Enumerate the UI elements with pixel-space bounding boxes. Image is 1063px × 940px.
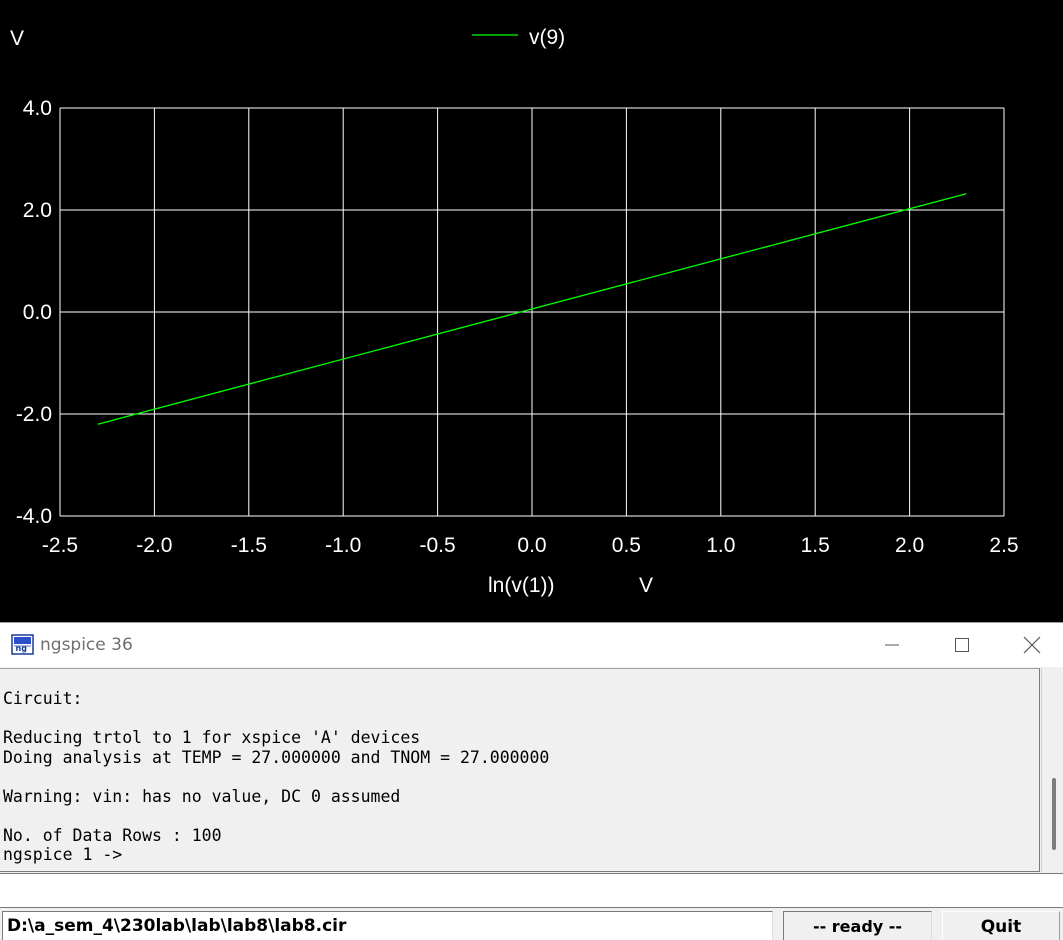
ngspice-console-window: ng ngspice 36 Circuit: Reducing trtol to…	[0, 622, 1063, 940]
minimize-button[interactable]	[857, 623, 927, 667]
y-tick-label: -2.0	[16, 403, 52, 426]
x-tick-label: -2.0	[136, 534, 172, 557]
maximize-button[interactable]	[927, 623, 997, 667]
grid	[59, 107, 1005, 517]
console-scrollbar[interactable]	[1041, 668, 1063, 872]
console-output[interactable]: Circuit: Reducing trtol to 1 for xspice …	[0, 668, 1040, 872]
chart: V v(9) 4.0 2.0 0.0 -2.0 -4.0 -2.5 -2.0 -1.5 -1.…	[10, 26, 1019, 597]
x-tick-label: -1.5	[231, 534, 267, 557]
y-axis-unit-label: V	[10, 27, 24, 50]
status-bar: D:\a_sem_4\230lab\lab\lab8\lab8.cir -- r…	[0, 908, 1063, 940]
minimize-icon	[885, 644, 899, 646]
x-axis-unit-label: V	[639, 574, 653, 597]
ngspice-app-icon: ng	[11, 634, 34, 655]
x-axis-label: ln(v(1))	[488, 574, 555, 597]
close-button[interactable]	[997, 623, 1063, 667]
x-tick-label: 1.0	[706, 534, 735, 557]
y-tick-label: 0.0	[23, 301, 52, 324]
x-tick-label: -0.5	[420, 534, 456, 557]
legend-label: v(9)	[529, 26, 565, 49]
x-tick-label: 2.5	[989, 534, 1018, 557]
console-output-text: Circuit: Reducing trtol to 1 for xspice …	[3, 689, 549, 865]
x-tick-label: -1.0	[325, 534, 361, 557]
console-line: Reducing trtol to 1 for xspice 'A' devic…	[3, 728, 421, 747]
y-tick-label: 2.0	[23, 199, 52, 222]
y-tick-label: 4.0	[23, 97, 52, 120]
title-bar[interactable]: ng ngspice 36	[0, 623, 1063, 667]
x-tick-label: -2.5	[42, 534, 78, 557]
circuit-path-field: D:\a_sem_4\230lab\lab\lab8\lab8.cir	[2, 911, 773, 940]
scrollbar-thumb[interactable]	[1052, 778, 1056, 850]
maximize-icon	[955, 638, 969, 652]
console-line: Circuit:	[3, 689, 83, 708]
window-title: ngspice 36	[40, 635, 133, 655]
plot-window: V v(9) 4.0 2.0 0.0 -2.0 -4.0 -2.5 -2.0 -1.5 -1.…	[0, 0, 1063, 622]
close-icon	[1023, 636, 1041, 654]
command-input[interactable]	[0, 873, 1063, 908]
svg-text:ng: ng	[16, 644, 28, 653]
x-tick-label: 2.0	[895, 534, 924, 557]
x-tick-label: 1.5	[801, 534, 830, 557]
console-line: No. of Data Rows : 100	[3, 825, 222, 845]
status-indicator: -- ready --	[783, 911, 932, 940]
y-tick-labels: 4.0 2.0 0.0 -2.0 -4.0	[16, 97, 52, 528]
console-line: Doing analysis at TEMP = 27.000000 and T…	[3, 747, 550, 767]
quit-button[interactable]: Quit	[942, 911, 1060, 940]
y-tick-label: -4.0	[16, 505, 52, 528]
x-tick-label: 0.0	[517, 534, 546, 557]
x-tick-label: 0.5	[612, 534, 641, 557]
legend: v(9)	[472, 26, 565, 49]
console-line: Warning: vin: has no value, DC 0 assumed	[3, 786, 401, 806]
console-line: ngspice 1 ->	[3, 845, 123, 864]
x-tick-labels: -2.5 -2.0 -1.5 -1.0 -0.5 0.0 0.5 1.0 1.5 2.0 2.5	[42, 534, 1019, 557]
